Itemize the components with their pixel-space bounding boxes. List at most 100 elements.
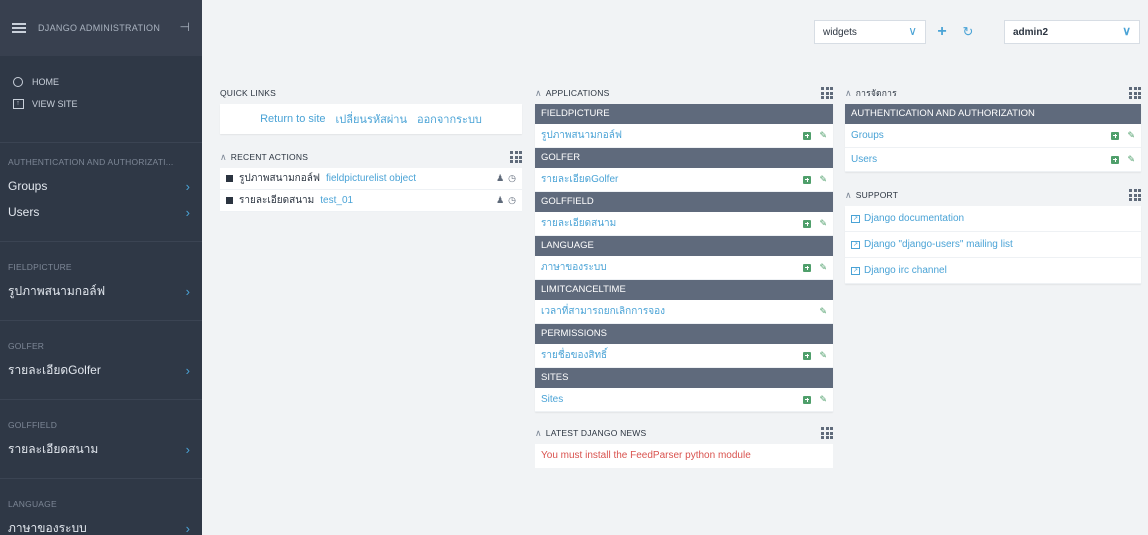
support-link-row[interactable]: ↗ Django "django-users" mailing list (845, 232, 1141, 258)
drag-handle-icon[interactable] (1129, 189, 1141, 201)
model-row: Sites ✎ (535, 388, 833, 412)
quick-links-panel: Return to site เปลี่ยนรหัสผ่าน ออกจากระบ… (220, 104, 522, 134)
add-icon[interactable] (1111, 131, 1120, 140)
management-panel: AUTHENTICATION AND AUTHORIZATION Groups … (845, 104, 1141, 172)
model-row: เวลาที่สามารถยกเลิกการจอง ✎ (535, 300, 833, 324)
sidebar-section-title: LANGUAGE (8, 499, 57, 509)
sidebar-item-users[interactable]: Users › (0, 199, 202, 225)
change-password-link[interactable]: เปลี่ยนรหัสผ่าน (336, 110, 407, 128)
edit-icon[interactable]: ✎ (1127, 154, 1135, 165)
sidebar-item-groups[interactable]: Groups › (0, 173, 202, 199)
user-select[interactable]: admin2 ∨ (1004, 20, 1140, 44)
sidebar-item-golfer[interactable]: รายละเอียดGolfer › (0, 357, 202, 383)
sidebar-item-language[interactable]: ภาษาของระบบ › (0, 515, 202, 535)
recent-action-row: รูปภาพสนามกอล์ฟ fieldpicturelist object ♟… (220, 168, 522, 190)
chevron-right-icon: › (185, 362, 190, 378)
logout-link[interactable]: ออกจากระบบ (417, 110, 482, 128)
recent-action-link[interactable]: test_01 (320, 195, 353, 206)
add-icon[interactable] (803, 219, 812, 228)
edit-icon[interactable]: ✎ (819, 394, 827, 405)
return-to-site-link[interactable]: Return to site (260, 113, 325, 125)
chevron-down-icon: ∨ (1122, 24, 1131, 38)
applications-panel: FIELDPICTURE รูปภาพสนามกอล์ฟ ✎ GOLFER รายละเ… (535, 104, 833, 412)
chevron-down-icon: ∨ (908, 24, 917, 38)
home-label: HOME (32, 77, 59, 87)
user-icon: ♟ (496, 173, 505, 183)
sidebar-section-title: GOLFER (8, 341, 45, 351)
support-link-row[interactable]: ↗ Django documentation (845, 206, 1141, 232)
model-link[interactable]: เวลาที่สามารถยกเลิกการจอง (541, 304, 665, 319)
chevron-up-icon[interactable]: ∧ (535, 88, 542, 98)
recent-action-row: รายละเอียดสนาม test_01 ♟ ◷ (220, 190, 522, 212)
top-bar: widgets ∨ + ↻ admin2 ∨ (202, 0, 1148, 56)
recent-actions-header: ∧ RECENT ACTIONS (220, 146, 522, 168)
edit-icon[interactable]: ✎ (819, 130, 827, 141)
app-group-header: GOLFFIELD (535, 192, 833, 212)
recent-action-link[interactable]: fieldpicturelist object (326, 173, 416, 184)
column-left: QUICK LINKS Return to site เปลี่ยนรหัสผ่… (220, 82, 522, 212)
pin-icon[interactable]: ⊣ (180, 20, 190, 34)
add-icon[interactable] (803, 263, 812, 272)
chevron-right-icon: › (185, 441, 190, 457)
add-widget-button[interactable]: + (930, 20, 954, 44)
menu-icon[interactable] (12, 23, 26, 33)
model-link[interactable]: Users (851, 154, 877, 165)
drag-handle-icon[interactable] (821, 427, 833, 439)
edit-icon[interactable]: ✎ (819, 218, 827, 229)
chevron-up-icon[interactable]: ∧ (845, 190, 852, 200)
clock-icon: ◷ (508, 195, 516, 205)
drag-handle-icon[interactable] (821, 87, 833, 99)
view-site-label: VIEW SITE (32, 99, 78, 109)
model-row: รายละเอียดGolfer ✎ (535, 168, 833, 192)
user-icon: ♟ (496, 195, 505, 205)
model-link[interactable]: Sites (541, 394, 563, 405)
reset-icon[interactable]: ↻ (956, 20, 980, 44)
column-right: ∧ การจัดการ AUTHENTICATION AND AUTHORIZAT… (845, 82, 1141, 284)
drag-handle-icon[interactable] (510, 151, 522, 163)
widgets-select[interactable]: widgets ∨ (814, 20, 926, 44)
app-group-header: PERMISSIONS (535, 324, 833, 344)
chevron-up-icon[interactable]: ∧ (220, 152, 227, 162)
chevron-right-icon: › (185, 520, 190, 535)
sidebar-section-title: FIELDPICTURE (8, 262, 72, 272)
sidebar-section-auth: AUTHENTICATION AND AUTHORIZATI... Groups… (0, 151, 202, 225)
applications-header: ∧ APPLICATIONS (535, 82, 833, 104)
add-icon[interactable] (803, 351, 812, 360)
edit-icon[interactable]: ✎ (819, 350, 827, 361)
add-icon[interactable] (803, 395, 812, 404)
sidebar-item-fieldpicture[interactable]: รูปภาพสนามกอล์ฟ › (0, 278, 202, 304)
external-link-icon: ↗ (851, 240, 860, 249)
support-panel: ↗ Django documentation ↗ Django "django-us… (845, 206, 1141, 284)
app-group-header: LANGUAGE (535, 236, 833, 256)
chevron-up-icon[interactable]: ∧ (535, 428, 542, 438)
edit-icon[interactable]: ✎ (1127, 130, 1135, 141)
management-header: ∧ การจัดการ (845, 82, 1141, 104)
model-link[interactable]: ภาษาของระบบ (541, 260, 607, 275)
model-row-users: Users ✎ (845, 148, 1141, 172)
chevron-up-icon[interactable]: ∧ (845, 88, 852, 98)
drag-handle-icon[interactable] (1129, 87, 1141, 99)
sidebar-item-golffield[interactable]: รายละเอียดสนาม › (0, 436, 202, 462)
model-link[interactable]: รายละเอียดGolfer (541, 172, 618, 187)
edit-icon[interactable]: ✎ (819, 174, 827, 185)
model-link[interactable]: รายละเอียดสนาม (541, 216, 616, 231)
external-link-icon: ↗ (851, 214, 860, 223)
site-brand[interactable]: DJANGO ADMINISTRATION (38, 23, 160, 33)
support-link-row[interactable]: ↗ Django irc channel (845, 258, 1141, 284)
home-link[interactable]: HOME (12, 72, 190, 92)
group-header: AUTHENTICATION AND AUTHORIZATION (845, 104, 1141, 124)
edit-icon[interactable]: ✎ (819, 262, 827, 273)
add-icon[interactable] (803, 175, 812, 184)
chevron-right-icon: › (185, 283, 190, 299)
edit-icon[interactable]: ✎ (819, 306, 827, 317)
add-icon[interactable] (803, 131, 812, 140)
view-site-link[interactable]: ↑ VIEW SITE (12, 94, 190, 114)
model-link[interactable]: Groups (851, 130, 884, 141)
model-link[interactable]: รูปภาพสนามกอล์ฟ (541, 128, 622, 143)
sidebar-section-fieldpicture: FIELDPICTURE รูปภาพสนามกอล์ฟ › (0, 256, 202, 304)
model-link[interactable]: รายชื่อของสิทธิ์ (541, 348, 607, 363)
model-row: รายละเอียดสนาม ✎ (535, 212, 833, 236)
news-error-message: You must install the FeedParser python m… (535, 444, 833, 468)
add-icon[interactable] (1111, 155, 1120, 164)
app-group-header: SITES (535, 368, 833, 388)
